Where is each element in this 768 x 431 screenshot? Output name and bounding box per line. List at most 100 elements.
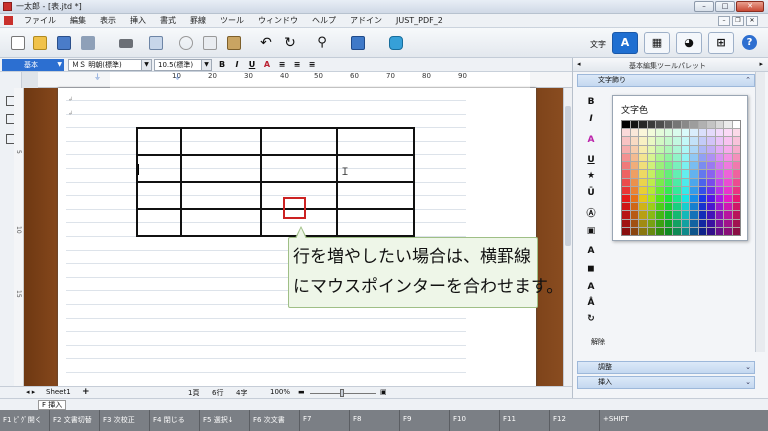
color-swatch[interactable] bbox=[647, 162, 655, 170]
color-swatch[interactable] bbox=[698, 137, 706, 145]
color-swatch[interactable] bbox=[673, 162, 681, 170]
menu-tools[interactable]: ツール bbox=[213, 15, 251, 26]
fkey-6[interactable]: F6 次文書 bbox=[250, 410, 300, 431]
table-cell[interactable] bbox=[136, 127, 182, 156]
color-swatch[interactable] bbox=[630, 186, 638, 194]
color-swatch[interactable] bbox=[630, 194, 638, 203]
color-swatch[interactable] bbox=[664, 129, 672, 137]
color-swatch[interactable] bbox=[724, 186, 732, 194]
color-swatch[interactable] bbox=[715, 121, 723, 129]
color-swatch[interactable] bbox=[664, 211, 672, 219]
color-swatch[interactable] bbox=[732, 194, 740, 203]
color-swatch[interactable] bbox=[656, 121, 664, 129]
color-swatch[interactable] bbox=[698, 219, 706, 227]
color-swatch[interactable] bbox=[656, 219, 664, 227]
invert-text-tool[interactable]: ◼ bbox=[583, 264, 599, 278]
color-swatch[interactable] bbox=[622, 203, 630, 211]
color-swatch[interactable] bbox=[732, 137, 740, 145]
sheet-nav-icon[interactable]: ◂ ▸ bbox=[26, 388, 35, 396]
new-document-button[interactable] bbox=[8, 34, 28, 52]
table-mode-button[interactable]: ▦ bbox=[644, 32, 670, 54]
find-button[interactable]: ⚲ bbox=[312, 34, 332, 52]
color-swatch[interactable] bbox=[639, 137, 647, 145]
color-swatch[interactable] bbox=[630, 145, 638, 153]
color-swatch[interactable] bbox=[681, 137, 689, 145]
color-swatch[interactable] bbox=[715, 162, 723, 170]
color-swatch[interactable] bbox=[622, 145, 630, 153]
color-swatch[interactable] bbox=[715, 186, 723, 194]
color-swatch[interactable] bbox=[707, 194, 715, 203]
sheet-tab[interactable]: Sheet1 bbox=[46, 388, 71, 396]
color-swatch[interactable] bbox=[664, 178, 672, 186]
font-color-tool[interactable]: A bbox=[583, 135, 599, 149]
color-swatch[interactable] bbox=[630, 203, 638, 211]
color-swatch[interactable] bbox=[715, 194, 723, 203]
color-swatch[interactable] bbox=[707, 219, 715, 227]
color-swatch[interactable] bbox=[732, 153, 740, 162]
table-cell[interactable] bbox=[136, 181, 182, 210]
grid-mode-button[interactable]: ⊞ bbox=[708, 32, 734, 54]
color-swatch[interactable] bbox=[673, 121, 681, 129]
color-swatch[interactable] bbox=[690, 129, 698, 137]
color-swatch[interactable] bbox=[732, 170, 740, 178]
indent-marker-icon[interactable]: ⏚ bbox=[174, 72, 181, 82]
color-swatch[interactable] bbox=[656, 162, 664, 170]
color-swatch[interactable] bbox=[715, 203, 723, 211]
color-swatch[interactable] bbox=[656, 194, 664, 203]
chart-mode-button[interactable]: ◕ bbox=[676, 32, 702, 54]
menu-file[interactable]: ファイル bbox=[17, 15, 63, 26]
doc-minimize-button[interactable]: – bbox=[718, 16, 730, 26]
color-swatch[interactable] bbox=[707, 170, 715, 178]
color-swatch[interactable] bbox=[724, 145, 732, 153]
color-swatch[interactable] bbox=[724, 137, 732, 145]
menu-format[interactable]: 書式 bbox=[153, 15, 183, 26]
color-swatch[interactable] bbox=[673, 194, 681, 203]
shift-indicator[interactable]: +SHIFT bbox=[600, 410, 768, 431]
color-swatch[interactable] bbox=[622, 137, 630, 145]
fkey-5[interactable]: F5 選択↓ bbox=[200, 410, 250, 431]
color-swatch[interactable] bbox=[673, 170, 681, 178]
color-swatch[interactable] bbox=[698, 170, 706, 178]
insert-mode-indicator[interactable]: F 挿入 bbox=[38, 400, 67, 410]
zoom-level[interactable]: 100% bbox=[270, 388, 290, 396]
table-cell[interactable] bbox=[136, 154, 182, 183]
color-swatch[interactable] bbox=[639, 145, 647, 153]
color-swatch[interactable] bbox=[622, 178, 630, 186]
fkey-4[interactable]: F4 閉じる bbox=[150, 410, 200, 431]
color-swatch[interactable] bbox=[715, 153, 723, 162]
section-text-decoration[interactable]: 文字飾り ⌃ bbox=[577, 74, 755, 87]
color-swatch[interactable] bbox=[647, 137, 655, 145]
table-cell[interactable] bbox=[180, 208, 262, 237]
color-swatch[interactable] bbox=[724, 194, 732, 203]
align-left-icon[interactable]: ≡ bbox=[277, 60, 287, 69]
color-swatch[interactable] bbox=[681, 170, 689, 178]
color-swatch[interactable] bbox=[647, 153, 655, 162]
color-swatch[interactable] bbox=[647, 186, 655, 194]
scroll-thumb[interactable] bbox=[565, 106, 571, 246]
fkey-10[interactable]: F10 bbox=[450, 410, 500, 431]
color-swatch[interactable] bbox=[698, 211, 706, 219]
color-swatch[interactable] bbox=[681, 219, 689, 227]
redo-button[interactable]: ↻ bbox=[280, 34, 300, 52]
print-button[interactable] bbox=[116, 34, 136, 52]
color-swatch[interactable] bbox=[622, 162, 630, 170]
menu-just-pdf[interactable]: JUST_PDF_2 bbox=[389, 16, 450, 25]
color-swatch[interactable] bbox=[656, 186, 664, 194]
section-adjust[interactable]: 調整 ⌄ bbox=[577, 361, 755, 374]
clear-button[interactable]: 解除 bbox=[591, 337, 605, 347]
help-button[interactable]: ? bbox=[742, 35, 757, 50]
color-swatch[interactable] bbox=[622, 186, 630, 194]
color-swatch[interactable] bbox=[715, 178, 723, 186]
close-button[interactable]: ✕ bbox=[736, 1, 764, 12]
emphasis-tool[interactable]: ★ bbox=[583, 171, 599, 185]
color-swatch[interactable] bbox=[622, 227, 630, 235]
color-swatch[interactable] bbox=[681, 153, 689, 162]
color-swatch[interactable] bbox=[656, 129, 664, 137]
color-swatch[interactable] bbox=[690, 153, 698, 162]
accent-text-tool[interactable]: Å bbox=[583, 298, 599, 312]
italic-button[interactable]: I bbox=[232, 60, 242, 69]
color-swatch[interactable] bbox=[698, 186, 706, 194]
menu-edit[interactable]: 編集 bbox=[63, 15, 93, 26]
horizontal-ruler[interactable]: 10 20 30 40 50 60 70 80 90 ⏚ ⏚ bbox=[38, 72, 572, 88]
color-swatch[interactable] bbox=[639, 203, 647, 211]
